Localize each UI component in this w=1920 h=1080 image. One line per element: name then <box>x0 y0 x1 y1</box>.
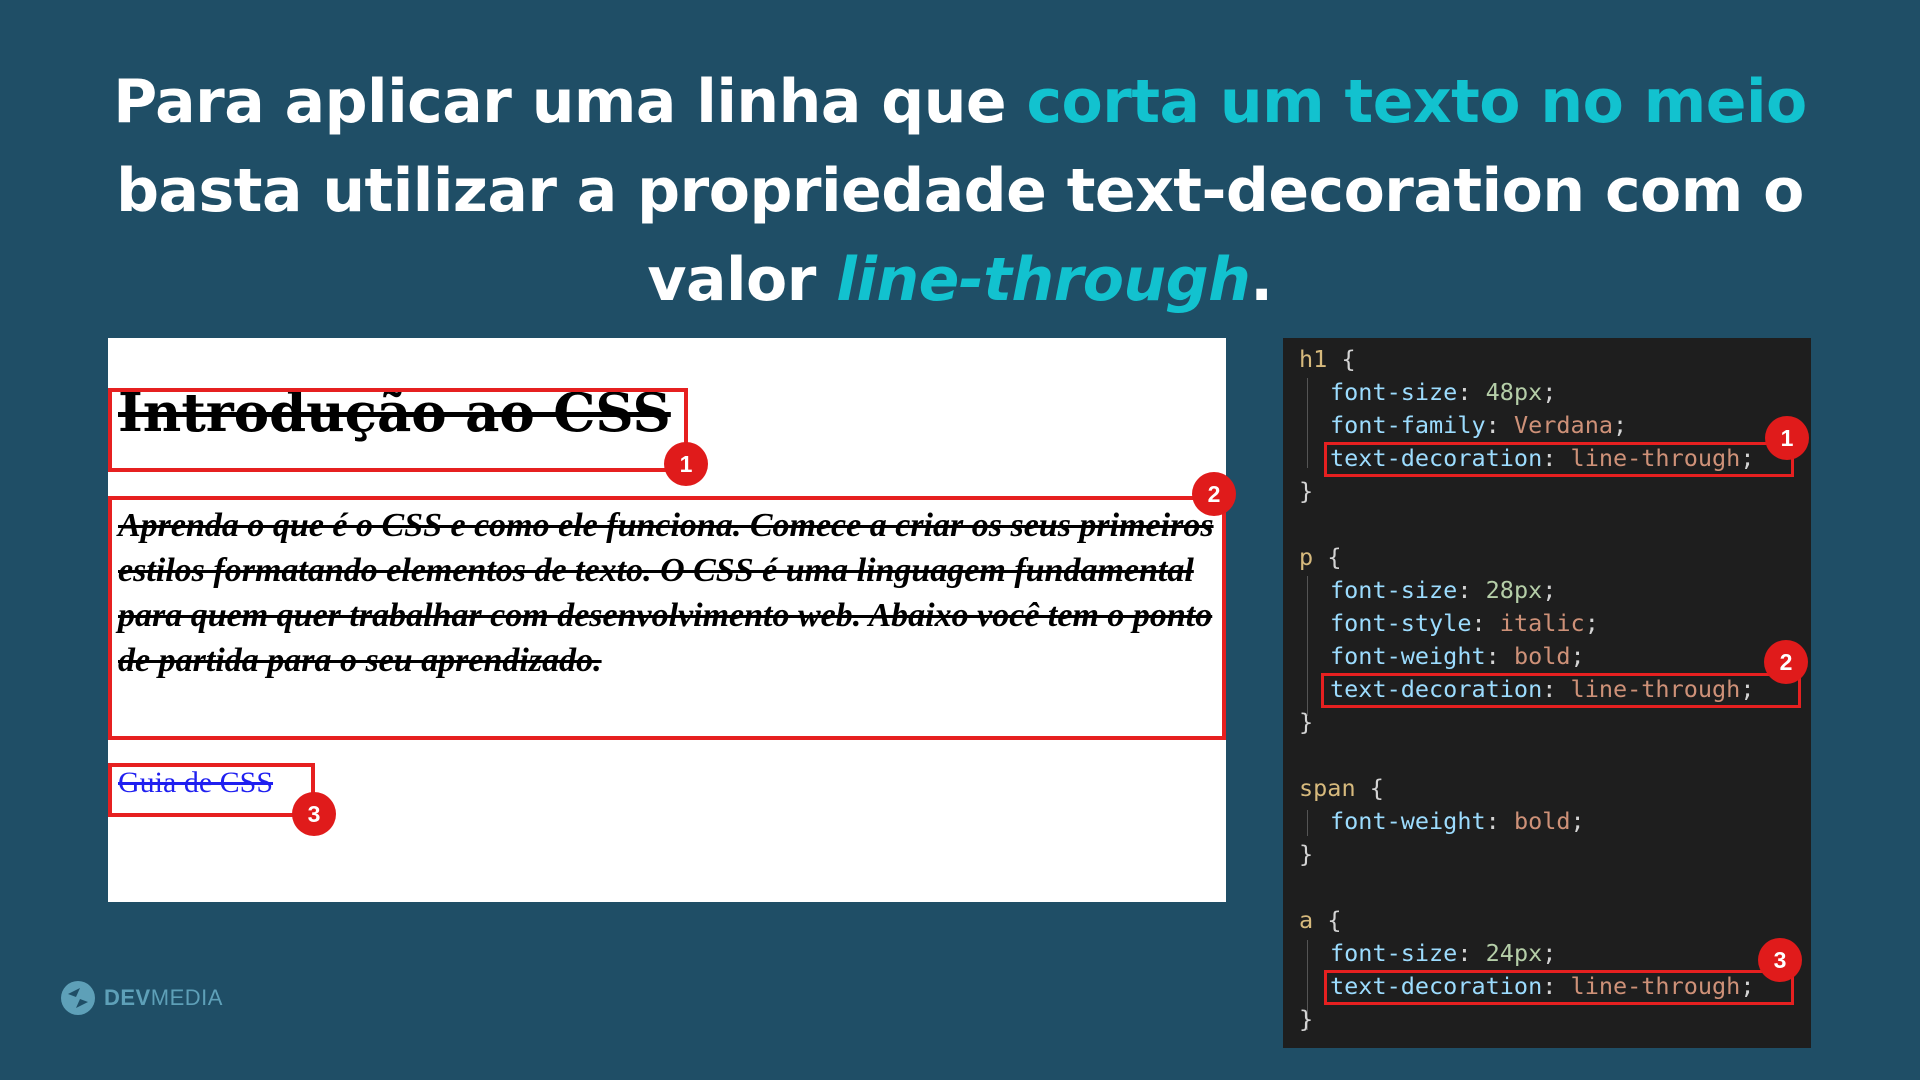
css-code-panel: h1 { font-size: 48px; font-family: Verda… <box>1283 338 1811 1048</box>
code-line: } <box>1299 1005 1314 1033</box>
highlight-box-heading <box>108 388 688 472</box>
devmedia-logo: DEVMEDIA <box>60 980 223 1016</box>
marker-badge-3: 3 <box>292 792 336 836</box>
indent-guide <box>1307 576 1308 716</box>
marker-badge-1: 1 <box>664 442 708 486</box>
code-line: font-weight: bold; <box>1330 642 1585 670</box>
headline-highlight: corta um texto no meio <box>1026 67 1807 137</box>
code-line: font-weight: bold; <box>1330 807 1585 835</box>
code-highlight-box-2 <box>1321 673 1801 708</box>
headline-text-1: Para aplicar uma linha que <box>113 67 1027 137</box>
code-line: font-size: 24px; <box>1330 939 1557 967</box>
code-line: } <box>1299 708 1314 736</box>
devmedia-logo-text: DEVMEDIA <box>104 985 223 1010</box>
indent-guide <box>1307 378 1308 468</box>
highlight-box-paragraph <box>108 496 1226 740</box>
code-line: span { <box>1299 774 1384 802</box>
code-line: font-size: 28px; <box>1330 576 1557 604</box>
marker-badge-2: 2 <box>1192 472 1236 516</box>
render-preview: Introdução ao CSS Aprenda o que é o CSS … <box>108 338 1236 902</box>
indent-guide <box>1307 810 1308 836</box>
code-line: } <box>1299 477 1314 505</box>
code-line: } <box>1299 840 1314 868</box>
code-line: a { <box>1299 906 1342 934</box>
code-line: p { <box>1299 543 1342 571</box>
code-line: h1 { <box>1299 345 1356 373</box>
highlight-box-link <box>108 763 315 817</box>
headline-text-3: . <box>1250 245 1273 315</box>
code-marker-badge-1: 1 <box>1765 416 1809 460</box>
code-marker-badge-2: 2 <box>1764 640 1808 684</box>
code-line: font-family: Verdana; <box>1330 411 1628 439</box>
code-highlight-box-3 <box>1324 970 1794 1005</box>
code-line: font-size: 48px; <box>1330 378 1557 406</box>
code-marker-badge-3: 3 <box>1758 938 1802 982</box>
slide-headline: Para aplicar uma linha que corta um text… <box>60 58 1860 325</box>
code-line: font-style: italic; <box>1330 609 1599 637</box>
code-highlight-box-1 <box>1324 442 1794 477</box>
headline-highlight-value: line-through <box>836 245 1251 315</box>
devmedia-logo-icon <box>61 981 95 1015</box>
